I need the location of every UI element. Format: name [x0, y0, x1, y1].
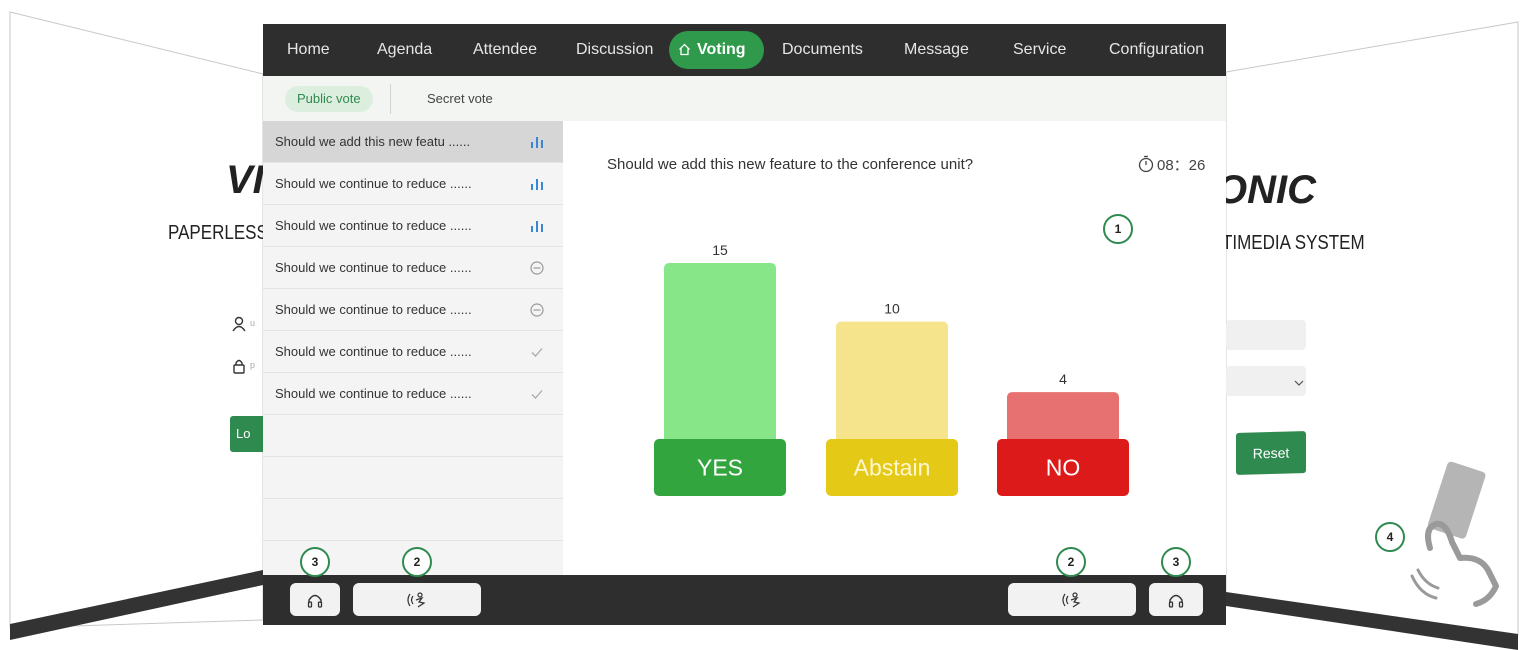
- microphone-speak-icon: [407, 591, 426, 607]
- vote-list-item[interactable]: Should we continue to reduce ......: [263, 331, 563, 373]
- top-navigation: Home Agenda Attendee Discussion Voting D…: [263, 24, 1226, 76]
- vote-list-item-title: Should we continue to reduce ......: [275, 344, 472, 359]
- headphone-icon: [1168, 594, 1184, 608]
- vote-list-item-title: Should we continue to reduce ......: [275, 218, 472, 233]
- check-icon: [531, 390, 543, 399]
- vote-type-tabs: Public vote Secret vote: [263, 76, 1226, 121]
- vote-list-item[interactable]: Should we continue to reduce ......: [263, 163, 563, 205]
- vote-list-item-title: Should we continue to reduce ......: [275, 302, 472, 317]
- vote-count-label: 4: [1059, 371, 1067, 387]
- left-pass-hint: p: [250, 360, 256, 370]
- nav-attendee[interactable]: Attendee: [473, 24, 537, 76]
- vote-list-item-title: Should we continue to reduce ......: [275, 260, 472, 275]
- speak-button-right[interactable]: [1008, 583, 1136, 616]
- nav-configuration[interactable]: Configuration: [1109, 24, 1204, 76]
- callout-marker-speak-right: 2: [1056, 547, 1086, 577]
- bar-chart-icon: [531, 221, 543, 232]
- vote-list: Should we add this new featu ...... Shou…: [263, 121, 563, 575]
- right-username-field[interactable]: [1226, 320, 1306, 350]
- nav-voting[interactable]: Voting: [669, 31, 764, 69]
- nav-home[interactable]: Home: [287, 24, 330, 76]
- vote-result-chart: 15 YES 10 Abstain 4 NO: [654, 242, 1129, 496]
- tab-divider: [390, 84, 391, 114]
- tab-public-vote[interactable]: Public vote: [285, 86, 373, 112]
- callout-marker-speak-left: 2: [402, 547, 432, 577]
- left-user-hint: u: [250, 318, 256, 328]
- user-icon: [232, 316, 246, 336]
- vote-list-item[interactable]: Should we continue to reduce ......: [263, 289, 563, 331]
- vote-count-label: 15: [712, 242, 728, 258]
- right-brand-text: ONIC: [1216, 168, 1316, 212]
- headphone-icon: [307, 594, 323, 608]
- vote-bar-no: [1007, 392, 1119, 445]
- card-tap-icon: [1410, 461, 1499, 607]
- bottom-control-bar: [263, 575, 1226, 625]
- lock-icon: [232, 358, 246, 378]
- vote-list-item-title: Should we add this new featu ......: [275, 134, 471, 149]
- vote-list-empty-row: [263, 499, 563, 541]
- vote-result-panel: Should we add this new feature to the co…: [563, 121, 1226, 575]
- login-button[interactable]: Lo: [230, 416, 264, 452]
- left-brand-subtitle: PAPERLESS: [168, 222, 268, 244]
- vote-bar-abstain: [836, 321, 948, 445]
- nav-message[interactable]: Message: [904, 24, 969, 76]
- vote-list-item[interactable]: Should we add this new featu ......: [263, 121, 563, 163]
- headphone-button-right[interactable]: [1149, 583, 1203, 616]
- vote-option-label: Abstain: [854, 455, 931, 481]
- speak-button-left[interactable]: [353, 583, 481, 616]
- reset-button[interactable]: Reset: [1236, 431, 1306, 475]
- home-outline-icon: [679, 43, 690, 56]
- nav-agenda[interactable]: Agenda: [377, 24, 432, 76]
- nav-documents[interactable]: Documents: [782, 24, 863, 76]
- vote-list-item-title: Should we continue to reduce ......: [275, 176, 472, 191]
- callout-marker-chart: 1: [1103, 214, 1133, 244]
- left-brand-text: VI: [226, 158, 264, 202]
- vote-list-item-title: Should we continue to reduce ......: [275, 386, 472, 401]
- vote-option-label: YES: [697, 455, 743, 481]
- voting-app-window: Home Agenda Attendee Discussion Voting D…: [263, 24, 1226, 625]
- vote-count-label: 10: [884, 301, 900, 317]
- chevron-down-icon: [1294, 376, 1304, 390]
- microphone-speak-icon: [1062, 591, 1081, 607]
- minus-circle-icon: [530, 261, 544, 275]
- bar-chart-icon: [531, 179, 543, 190]
- check-icon: [531, 348, 543, 357]
- vote-list-empty-row: [263, 457, 563, 499]
- vote-bar-yes: [664, 263, 776, 445]
- vote-list-item[interactable]: Should we continue to reduce ......: [263, 247, 563, 289]
- nav-discussion[interactable]: Discussion: [576, 24, 653, 76]
- headphone-button-left[interactable]: [290, 583, 340, 616]
- callout-marker-headphone-right: 3: [1161, 547, 1191, 577]
- nav-service[interactable]: Service: [1013, 24, 1066, 76]
- vote-list-item[interactable]: Should we continue to reduce ......: [263, 205, 563, 247]
- tab-secret-vote[interactable]: Secret vote: [427, 86, 493, 112]
- callout-marker-card: 4: [1375, 522, 1405, 552]
- right-brand-subtitle: TIMEDIA SYSTEM: [1222, 232, 1365, 254]
- vote-list-item[interactable]: Should we continue to reduce ......: [263, 373, 563, 415]
- minus-circle-icon: [530, 303, 544, 317]
- bar-chart-icon: [531, 137, 543, 148]
- nav-voting-label: Voting: [697, 41, 746, 58]
- callout-marker-headphone-left: 3: [300, 547, 330, 577]
- vote-option-label: NO: [1046, 455, 1081, 481]
- vote-list-empty-row: [263, 415, 563, 457]
